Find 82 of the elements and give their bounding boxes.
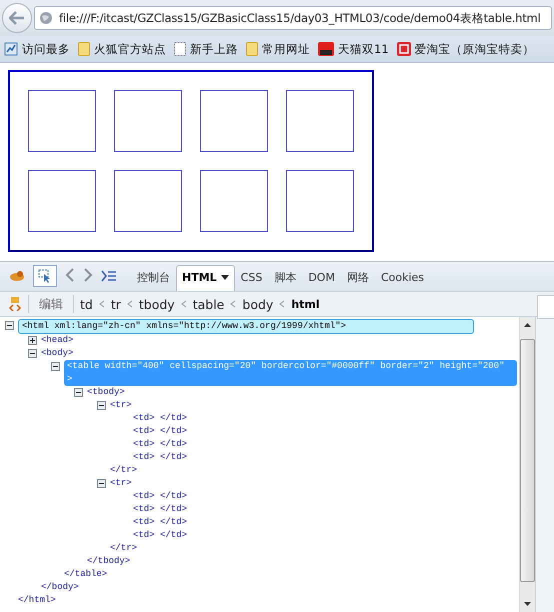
html-node[interactable]: <html xml:lang="zh-cn" xmlns="http://www.w3.org/1999/xhtml">	[18, 319, 474, 334]
html-node[interactable]: <tr>	[110, 477, 132, 490]
html-node[interactable]: <tbody>	[87, 386, 125, 399]
table-cell	[200, 170, 268, 232]
table-cell	[28, 170, 96, 232]
breadcrumb-link[interactable]: td	[80, 296, 93, 312]
breadcrumb-link[interactable]: table	[192, 296, 224, 312]
collapse-icon[interactable]	[97, 479, 106, 488]
html-node[interactable]: </tr>	[110, 542, 138, 555]
panel-tab[interactable]: HTML	[176, 265, 235, 291]
back-arrow-icon	[9, 11, 25, 25]
caret-icon	[220, 275, 229, 280]
collapse-icon[interactable]	[28, 349, 37, 358]
inspect-button[interactable]	[33, 265, 57, 287]
scroll-thumb[interactable]	[520, 339, 535, 582]
html-node[interactable]: <head>	[41, 334, 74, 347]
bug-icon[interactable]	[9, 270, 25, 282]
globe-icon	[39, 11, 53, 25]
table-cell	[28, 90, 96, 152]
bookmark-link[interactable]: 爱淘宝（原淘宝特卖）	[396, 42, 535, 56]
bookmark-link[interactable]: 常用网址	[246, 42, 310, 56]
address-field[interactable]: file:///F:/itcast/GZClass15/GZBasicClass15/day03_HTML03/code/demo04表格table.html	[34, 6, 552, 30]
html-node[interactable]: </tbody>	[87, 555, 130, 568]
html-node[interactable]: </table>	[64, 568, 108, 581]
table-cell	[114, 170, 182, 232]
table-cell	[114, 90, 182, 152]
html-node[interactable]: <td> </td>	[133, 438, 188, 451]
scroll-down-icon[interactable]	[524, 602, 531, 606]
bookmark-link[interactable]: 火狐官方站点	[78, 42, 166, 56]
shop-logo-icon	[396, 42, 411, 56]
chevron-icon	[230, 300, 236, 308]
html-node[interactable]: </body>	[41, 581, 79, 594]
html-node[interactable]: <td> </td>	[133, 412, 188, 425]
chevron-icon	[126, 300, 133, 308]
collapse-icon[interactable]	[5, 321, 14, 330]
breadcrumb-link[interactable]: html	[291, 298, 320, 310]
cat-logo-icon	[318, 42, 334, 56]
folder-icon	[246, 42, 258, 56]
collapse-icon[interactable]	[51, 362, 60, 371]
bookmark-link[interactable]: 天猫双11	[318, 42, 389, 56]
chart-icon	[4, 42, 18, 56]
breadcrumb-link[interactable]: tbody	[138, 296, 175, 312]
code-icon[interactable]	[8, 297, 22, 311]
back-button[interactable]	[2, 3, 32, 33]
html-node[interactable]: <td> </td>	[133, 451, 188, 464]
edit-button[interactable]: 编辑	[35, 296, 67, 312]
html-node[interactable]: <body>	[41, 347, 74, 360]
panel-tab[interactable]: DOM	[302, 265, 341, 291]
expand-icon[interactable]	[28, 336, 37, 345]
breadcrumb-link[interactable]: body	[242, 296, 274, 312]
panel-tab[interactable]: 控制台	[131, 265, 176, 291]
html-node[interactable]: <td> </td>	[133, 490, 188, 503]
bookmark-link[interactable]: 访问最多	[4, 42, 70, 56]
breadcrumb-link[interactable]: tr	[110, 296, 121, 312]
html-node[interactable]: <td> </td>	[133, 425, 188, 438]
panel-tab[interactable]: 网络	[340, 265, 375, 291]
html-node[interactable]: <td> </td>	[133, 516, 188, 529]
back-chevron-icon[interactable]	[65, 268, 75, 282]
panel-tab[interactable]: 脚本	[268, 265, 302, 291]
collapse-icon[interactable]	[74, 388, 83, 397]
page-icon	[174, 42, 186, 56]
panel-tab[interactable]: CSS	[234, 265, 268, 291]
scrollbar[interactable]	[519, 317, 535, 612]
bookmark-link[interactable]: 新手上路	[174, 42, 238, 56]
chevron-icon	[279, 300, 286, 308]
html-node[interactable]: </tr>	[110, 464, 138, 477]
cursor-icon	[38, 269, 52, 283]
scroll-up-icon[interactable]	[524, 323, 531, 327]
table-cell	[286, 90, 354, 152]
collapse-icon[interactable]	[97, 401, 106, 410]
html-node[interactable]: <td> </td>	[133, 529, 188, 542]
html-node[interactable]: </html>	[18, 594, 56, 607]
command-line-icon[interactable]	[101, 270, 117, 282]
panel-tab[interactable]: Cookies	[374, 265, 430, 291]
forward-chevron-icon[interactable]	[83, 268, 93, 282]
chevron-icon	[180, 300, 187, 308]
html-node[interactable]: <td> </td>	[133, 503, 188, 516]
table-cell	[286, 170, 354, 232]
folder-icon	[78, 42, 90, 56]
table-cell	[200, 90, 268, 152]
html-node[interactable]: <tr>	[110, 399, 132, 412]
chevron-icon	[98, 300, 105, 308]
